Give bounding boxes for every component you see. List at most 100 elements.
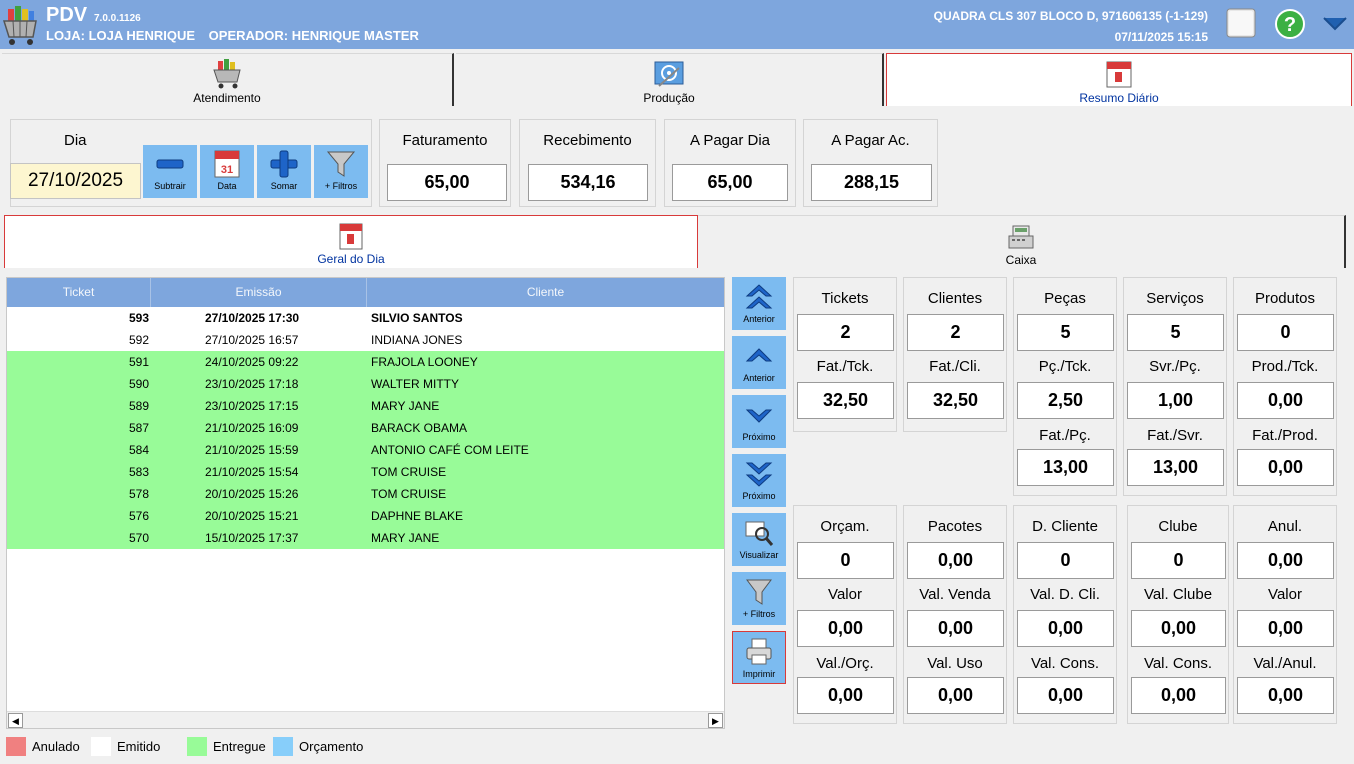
cliente-cell: SILVIO SANTOS xyxy=(371,311,463,325)
val-anul-value: 0,00 xyxy=(1237,677,1334,714)
table-row[interactable]: 570 15/10/2025 17:37 MARY JANE xyxy=(7,527,724,549)
dia-label: Dia xyxy=(64,132,87,149)
table-row[interactable]: 584 21/10/2025 15:59 ANTONIO CAFÉ COM LE… xyxy=(7,439,724,461)
anulado-label: Anulado xyxy=(32,739,80,754)
fat-tck-label: Fat./Tck. xyxy=(816,358,874,375)
table-row[interactable]: 593 27/10/2025 17:30 SILVIO SANTOS xyxy=(7,307,724,329)
tickets-table: Ticket Emissão Cliente 593 27/10/2025 17… xyxy=(6,277,725,729)
somar-button[interactable]: Somar xyxy=(257,145,311,198)
table-row[interactable]: 587 21/10/2025 16:09 BARACK OBAMA xyxy=(7,417,724,439)
emissao-cell: 20/10/2025 15:26 xyxy=(205,487,299,501)
mais-filtros-side-button[interactable]: + Filtros xyxy=(732,572,786,625)
anul-card: Anul. 0,00 Valor 0,00 Val./Anul. 0,00 xyxy=(1233,505,1337,724)
pacotes-card: Pacotes 0,00 Val. Venda 0,00 Val. Uso 0,… xyxy=(903,505,1007,724)
column-header-emissao[interactable]: Emissão xyxy=(151,278,367,307)
servicos-label: Serviços xyxy=(1146,290,1204,307)
recebimento-label: Recebimento xyxy=(543,132,632,149)
subtrair-button[interactable]: Subtrair xyxy=(143,145,197,198)
subtab-caixa-label: Caixa xyxy=(1005,253,1037,267)
table-row[interactable]: 592 27/10/2025 16:57 INDIANA JONES xyxy=(7,329,724,351)
imprimir-button[interactable]: Imprimir xyxy=(732,631,786,684)
dia-date-field[interactable]: 27/10/2025 xyxy=(10,163,141,199)
pc-tck-label: Pç./Tck. xyxy=(1038,358,1092,375)
pacotes-value: 0,00 xyxy=(907,542,1004,579)
produtos-card: Produtos 0 Prod./Tck. 0,00 Fat./Prod. 0,… xyxy=(1233,277,1337,496)
proximo-label: Próximo xyxy=(742,432,776,442)
cliente-cell: ANTONIO CAFÉ COM LEITE xyxy=(371,443,529,457)
tab-producao[interactable]: Produção xyxy=(456,53,884,106)
fat-prod-label: Fat./Prod. xyxy=(1252,427,1318,444)
table-row[interactable]: 590 23/10/2025 17:18 WALTER MITTY xyxy=(7,373,724,395)
val-d-cli-value: 0,00 xyxy=(1017,610,1114,647)
val-d-cli-label: Val. D. Cli. xyxy=(1030,586,1100,603)
fat-pc-label: Fat./Pç. xyxy=(1039,427,1091,444)
horizontal-scrollbar[interactable]: ◀ ▶ xyxy=(7,711,724,728)
clientes-value: 2 xyxy=(907,314,1004,351)
clube-val-cons-value: 0,00 xyxy=(1131,677,1226,714)
tickets-card: Tickets 2 Fat./Tck. 32,50 xyxy=(793,277,897,432)
subtab-geral-label: Geral do Dia xyxy=(317,252,385,266)
somar-label: Somar xyxy=(270,181,298,191)
recebimento-value: 534,16 xyxy=(528,164,648,201)
anterior-page-button[interactable]: Anterior xyxy=(732,277,786,330)
tab-atendimento[interactable]: Atendimento xyxy=(2,53,454,106)
production-gear-icon xyxy=(654,61,684,87)
tab-resumo-diario[interactable]: Resumo Diário xyxy=(886,53,1352,106)
chevron-up-icon xyxy=(745,348,773,362)
cliente-cell: TOM CRUISE xyxy=(371,465,447,479)
store-label: LOJA: LOJA HENRIQUE xyxy=(46,28,196,43)
table-row[interactable]: 578 20/10/2025 15:26 TOM CRUISE xyxy=(7,483,724,505)
mais-filtros-button[interactable]: + Filtros xyxy=(314,145,368,198)
pc-tck-value: 2,50 xyxy=(1017,382,1114,419)
table-row[interactable]: 589 23/10/2025 17:15 MARY JANE xyxy=(7,395,724,417)
clube-label: Clube xyxy=(1158,518,1198,535)
val-anul-label: Val./Anul. xyxy=(1253,655,1317,672)
orcam-valor-label: Valor xyxy=(828,586,862,603)
funnel-icon xyxy=(746,579,772,605)
subtab-geral-do-dia[interactable]: Geral do Dia xyxy=(4,215,698,268)
column-header-ticket[interactable]: Ticket xyxy=(7,278,151,307)
scroll-left-icon[interactable]: ◀ xyxy=(8,713,23,728)
prod-tck-value: 0,00 xyxy=(1237,382,1334,419)
proximo-button[interactable]: Próximo xyxy=(732,395,786,448)
val-clube-label: Val. Clube xyxy=(1143,586,1213,603)
table-row[interactable]: 591 24/10/2025 09:22 FRAJOLA LOONEY xyxy=(7,351,724,373)
emissao-cell: 21/10/2025 15:59 xyxy=(205,443,299,457)
recebimento-card: Recebimento 534,16 xyxy=(519,119,656,207)
scroll-right-icon[interactable]: ▶ xyxy=(708,713,723,728)
column-header-cliente[interactable]: Cliente xyxy=(367,278,724,307)
emissao-cell: 27/10/2025 16:57 xyxy=(205,333,299,347)
anterior-page-label: Anterior xyxy=(743,314,775,324)
emissao-cell: 20/10/2025 15:21 xyxy=(205,509,299,523)
ticket-cell: 589 xyxy=(128,399,149,413)
shopping-cart-icon xyxy=(213,59,241,89)
cliente-cell: BARACK OBAMA xyxy=(371,421,468,435)
produtos-value: 0 xyxy=(1237,314,1334,351)
orcam-valor-value: 0,00 xyxy=(797,610,894,647)
a-pagar-dia-card: A Pagar Dia 65,00 xyxy=(664,119,796,207)
magnifier-icon xyxy=(745,521,774,546)
produtos-label: Produtos xyxy=(1254,290,1316,307)
subtab-caixa[interactable]: Caixa xyxy=(698,215,1346,268)
orcamento-label: Orçamento xyxy=(299,739,364,754)
funnel-icon xyxy=(326,151,356,177)
emissao-cell: 15/10/2025 17:37 xyxy=(205,531,299,545)
anulado-swatch xyxy=(6,737,26,756)
chevron-down-icon[interactable] xyxy=(1321,14,1349,34)
stop-square-icon[interactable] xyxy=(1226,8,1256,38)
d-cliente-label: D. Cliente xyxy=(1032,518,1098,535)
cliente-cell: WALTER MITTY xyxy=(371,377,459,391)
visualizar-button[interactable]: Visualizar xyxy=(732,513,786,566)
data-button[interactable]: 31 Data xyxy=(200,145,254,198)
emitido-swatch xyxy=(91,737,111,756)
anterior-button[interactable]: Anterior xyxy=(732,336,786,389)
entregue-swatch xyxy=(187,737,207,756)
anul-value: 0,00 xyxy=(1237,542,1334,579)
imprimir-label: Imprimir xyxy=(742,669,776,679)
help-icon[interactable]: ? xyxy=(1274,8,1306,40)
table-row[interactable]: 583 21/10/2025 15:54 TOM CRUISE xyxy=(7,461,724,483)
chevron-down-icon xyxy=(745,409,773,423)
table-row[interactable]: 576 20/10/2025 15:21 DAPHNE BLAKE xyxy=(7,505,724,527)
tab-atendimento-label: Atendimento xyxy=(193,91,261,105)
proximo-page-button[interactable]: Próximo xyxy=(732,454,786,507)
